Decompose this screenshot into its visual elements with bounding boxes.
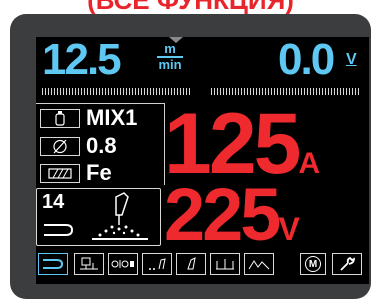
spot-timer-button[interactable] xyxy=(210,253,240,275)
wrench-icon xyxy=(340,256,355,271)
wire-inch-button[interactable] xyxy=(108,253,138,275)
program-number: 14 xyxy=(42,191,65,213)
wire-speed-bar xyxy=(42,88,192,95)
voltage-set-unit: V xyxy=(346,51,357,68)
synergic-curve-button[interactable] xyxy=(74,253,104,275)
wire-speed-unit: m min xyxy=(157,41,183,72)
selection-arrow-icon xyxy=(169,37,183,43)
arc-slope-button[interactable] xyxy=(244,253,274,275)
torch-trigger-mode-icon xyxy=(42,222,76,243)
memory-button[interactable]: M xyxy=(300,253,326,275)
voltage-bar xyxy=(211,88,361,95)
torch-button[interactable] xyxy=(176,253,206,275)
wire-diameter-value: 0.8 xyxy=(86,133,117,158)
memory-icon: M xyxy=(305,256,321,272)
torch-trigger-button[interactable] xyxy=(38,253,68,275)
gas-icon xyxy=(40,109,80,128)
display-screen: 12.5 m min 0.0 V MIX1 0.8 Fe 14 125A 225… xyxy=(36,37,369,284)
wire-diameter-icon xyxy=(40,137,80,156)
wire-inch-icon xyxy=(111,260,134,268)
synergic-curve-icon xyxy=(80,257,98,270)
wire-speed-value: 12.5 xyxy=(42,37,122,84)
divider xyxy=(36,103,164,104)
torch-icon xyxy=(187,257,196,270)
pre-gas-icon xyxy=(149,258,166,270)
torch-trigger-icon xyxy=(43,259,64,269)
voltage-set-value: 0.0 xyxy=(278,37,335,84)
gas-mix-label: MIX1 xyxy=(86,105,138,130)
arc-slope-icon xyxy=(248,260,270,270)
welding-process-icon xyxy=(88,191,152,248)
banner-title: (ВСЕ ФУНКЦИЯ) xyxy=(87,0,294,15)
material-icon xyxy=(40,164,80,183)
material-label: Fe xyxy=(86,160,112,185)
spot-timer-icon xyxy=(216,259,234,270)
pre-gas-button[interactable] xyxy=(142,253,172,275)
settings-button[interactable] xyxy=(332,253,362,275)
